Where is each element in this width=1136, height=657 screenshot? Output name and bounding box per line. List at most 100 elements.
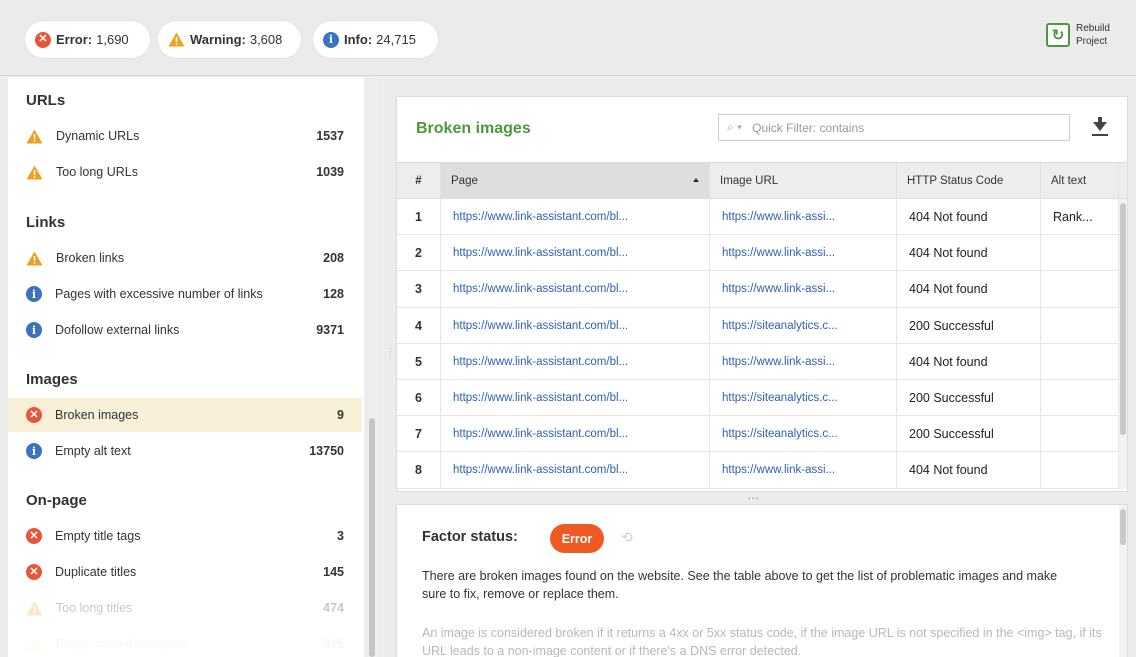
alt-text-cell bbox=[1041, 379, 1119, 416]
sidebar-item-too-long-titles[interactable]: Too long titles 474 bbox=[8, 591, 362, 625]
column-header-http-status[interactable]: HTTP Status Code bbox=[897, 163, 1041, 199]
sidebar-item-count: 145 bbox=[323, 565, 344, 579]
factor-scrollbar-thumb[interactable] bbox=[1120, 509, 1126, 545]
sidebar-item-dynamic-urls[interactable]: Dynamic URLs 1537 bbox=[8, 119, 362, 153]
reset-icon[interactable]: ⟲ bbox=[621, 529, 633, 546]
image-url-link[interactable]: https://siteanalytics.c... bbox=[722, 428, 838, 440]
page-link[interactable]: https://www.link-assistant.com/bl... bbox=[453, 211, 628, 223]
page-link[interactable]: https://www.link-assistant.com/bl... bbox=[453, 392, 628, 404]
error-icon: ✕ bbox=[26, 564, 42, 580]
sidebar-item-empty-meta-description[interactable]: Empty meta description 315 bbox=[8, 627, 362, 657]
table-row[interactable]: 3 https://www.link-assistant.com/bl... h… bbox=[397, 271, 1119, 308]
warning-icon bbox=[168, 32, 185, 47]
page-link[interactable]: https://www.link-assistant.com/bl... bbox=[453, 464, 628, 476]
column-header-alt-text[interactable]: Alt text bbox=[1041, 163, 1119, 199]
section-title-on-page: On-page bbox=[26, 492, 87, 509]
search-icon[interactable]: ⌕ ▾ bbox=[727, 120, 742, 135]
sidebar-item-count: 3 bbox=[337, 529, 344, 543]
row-number: 6 bbox=[397, 379, 441, 416]
section-title-links: Links bbox=[26, 214, 66, 231]
table-row[interactable]: 2 https://www.link-assistant.com/bl... h… bbox=[397, 235, 1119, 272]
row-number: 4 bbox=[397, 307, 441, 344]
info-count-pill[interactable]: i Info: 24,715 bbox=[313, 21, 438, 58]
sidebar-item-count: 128 bbox=[323, 287, 344, 301]
sidebar-item-label: Empty title tags bbox=[55, 529, 141, 543]
sidebar-item-empty-title-tags[interactable]: ✕ Empty title tags 3 bbox=[8, 519, 362, 553]
status-cell: 404 Not found bbox=[897, 452, 1041, 489]
info-icon: i bbox=[323, 31, 339, 48]
error-count: 1,690 bbox=[96, 32, 129, 47]
warning-icon bbox=[26, 637, 43, 651]
sidebar-item-count: 13750 bbox=[309, 444, 344, 458]
sidebar-item-label: Dofollow external links bbox=[55, 323, 180, 337]
error-count-pill[interactable]: ✕ Error: 1,690 bbox=[25, 21, 150, 58]
factor-sidebar: URLs Dynamic URLs 1537 Too long URLs 103… bbox=[8, 77, 364, 657]
sidebar-item-dofollow-external-links[interactable]: i Dofollow external links 9371 bbox=[8, 313, 362, 347]
table-row[interactable]: 7 https://www.link-assistant.com/bl... h… bbox=[397, 416, 1119, 453]
quick-filter-input[interactable]: ⌕ ▾ Quick Filter: contains bbox=[718, 114, 1070, 141]
page-link[interactable]: https://www.link-assistant.com/bl... bbox=[453, 356, 628, 368]
top-summary-bar: ✕ Error: 1,690 Warning: 3,608 i Info: 24… bbox=[0, 0, 1136, 76]
column-header-number[interactable]: # bbox=[397, 163, 441, 199]
factor-description: There are broken images found on the web… bbox=[422, 569, 1058, 601]
download-button[interactable] bbox=[1089, 115, 1111, 139]
table-row[interactable]: 1 https://www.link-assistant.com/bl... h… bbox=[397, 199, 1119, 236]
sidebar-item-broken-images[interactable]: ✕ Broken images 9 bbox=[8, 398, 362, 432]
alt-text-cell bbox=[1041, 343, 1119, 380]
factor-explanation: An image is considered broken if it retu… bbox=[422, 626, 1102, 657]
factor-status-panel: Factor status: Error ⟲ There are broken … bbox=[396, 504, 1128, 657]
image-url-link[interactable]: https://www.link-assi... bbox=[722, 356, 835, 368]
sidebar-scrollbar-thumb[interactable] bbox=[369, 418, 375, 657]
status-cell: 404 Not found bbox=[897, 199, 1041, 235]
sidebar-item-excessive-links[interactable]: i Pages with excessive number of links 1… bbox=[8, 277, 362, 311]
sidebar-item-label: Broken links bbox=[56, 251, 125, 265]
info-icon: i bbox=[26, 443, 42, 459]
image-url-link[interactable]: https://siteanalytics.c... bbox=[722, 392, 838, 404]
sidebar-item-count: 9371 bbox=[316, 323, 344, 337]
image-url-link[interactable]: https://www.link-assi... bbox=[722, 464, 835, 476]
warning-icon bbox=[26, 601, 43, 615]
page-link[interactable]: https://www.link-assistant.com/bl... bbox=[453, 428, 628, 440]
table-row[interactable]: 6 https://www.link-assistant.com/bl... h… bbox=[397, 379, 1119, 417]
row-number: 8 bbox=[397, 452, 441, 489]
table-scrollbar-thumb[interactable] bbox=[1120, 203, 1126, 435]
status-cell: 200 Successful bbox=[897, 416, 1041, 453]
alt-text-cell bbox=[1041, 235, 1119, 272]
sidebar-item-broken-links[interactable]: Broken links 208 bbox=[8, 241, 362, 275]
sidebar-item-duplicate-titles[interactable]: ✕ Duplicate titles 145 bbox=[8, 555, 362, 589]
sidebar-item-count: 474 bbox=[323, 601, 344, 615]
sidebar-item-count: 9 bbox=[337, 408, 344, 422]
warning-label: Warning: bbox=[190, 32, 246, 47]
page-link[interactable]: https://www.link-assistant.com/bl... bbox=[453, 320, 628, 332]
column-header-image-url[interactable]: Image URL bbox=[710, 163, 897, 199]
rebuild-label-line2: Project bbox=[1076, 36, 1108, 47]
error-icon: ✕ bbox=[35, 31, 51, 48]
sidebar-item-label: Empty alt text bbox=[55, 444, 131, 458]
row-number: 7 bbox=[397, 416, 441, 453]
table-row[interactable]: 5 https://www.link-assistant.com/bl... h… bbox=[397, 343, 1119, 380]
rebuild-project-button[interactable]: ↻ Rebuild Project bbox=[1046, 22, 1118, 48]
section-title-urls: URLs bbox=[26, 92, 66, 109]
sidebar-item-count: 1537 bbox=[316, 129, 344, 143]
download-icon bbox=[1093, 122, 1107, 131]
page-link[interactable]: https://www.link-assistant.com/bl... bbox=[453, 247, 628, 259]
image-url-link[interactable]: https://www.link-assi... bbox=[722, 283, 835, 295]
image-url-link[interactable]: https://siteanalytics.c... bbox=[722, 320, 838, 332]
warning-count-pill[interactable]: Warning: 3,608 bbox=[158, 21, 301, 58]
warning-icon bbox=[26, 251, 43, 265]
column-header-page[interactable]: Page bbox=[441, 163, 710, 199]
warning-count: 3,608 bbox=[249, 32, 283, 47]
column-header-page-label: Page bbox=[451, 175, 478, 187]
table-row[interactable]: 8 https://www.link-assistant.com/bl... h… bbox=[397, 452, 1119, 489]
image-url-link[interactable]: https://www.link-assi... bbox=[722, 211, 835, 223]
error-icon: ✕ bbox=[26, 528, 42, 544]
page-link[interactable]: https://www.link-assistant.com/bl... bbox=[453, 283, 628, 295]
status-badge[interactable]: Error bbox=[550, 524, 604, 553]
status-cell: 404 Not found bbox=[897, 235, 1041, 272]
image-url-link[interactable]: https://www.link-assi... bbox=[722, 247, 835, 259]
horizontal-splitter-handle[interactable]: ••• bbox=[748, 494, 759, 503]
sidebar-item-empty-alt-text[interactable]: i Empty alt text 13750 bbox=[8, 434, 362, 468]
table-row[interactable]: 4 https://www.link-assistant.com/bl... h… bbox=[397, 307, 1119, 344]
sidebar-item-too-long-urls[interactable]: Too long URLs 1039 bbox=[8, 155, 362, 189]
vertical-splitter-handle[interactable]: ⋮ ⋮ bbox=[386, 344, 395, 375]
